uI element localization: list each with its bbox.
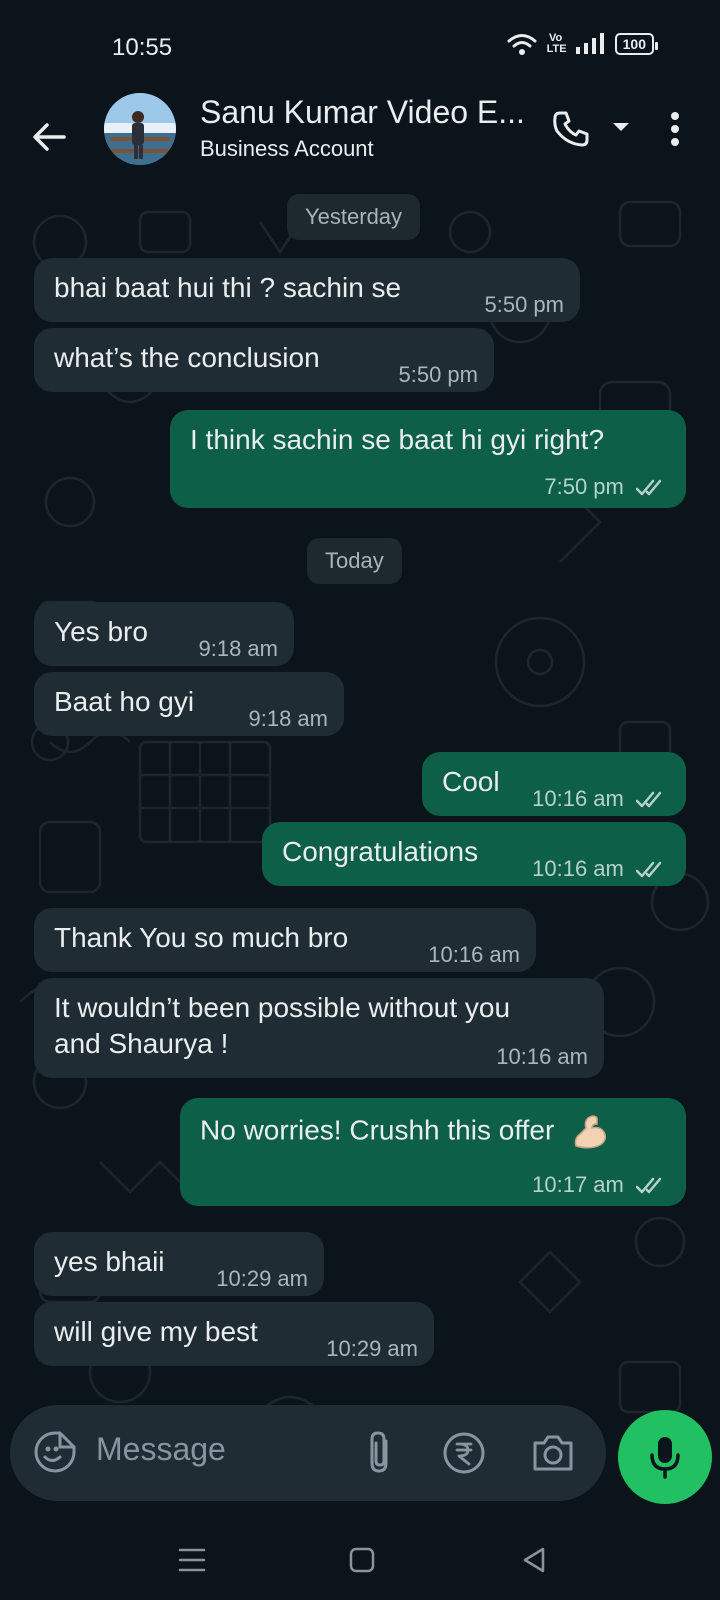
message-time: 10:16 am (428, 942, 520, 967)
message-time: 10:16 am (532, 786, 668, 812)
message-text: and Shaurya ! (54, 1028, 229, 1059)
double-check-icon (636, 1177, 662, 1194)
wifi-icon (507, 34, 537, 55)
message-text: will give my best (54, 1316, 258, 1347)
volte-icon: Vo LTE (546, 32, 567, 55)
rupee-icon[interactable] (442, 1431, 486, 1475)
status-bar: 10:55 Vo LTE 100 (0, 0, 720, 90)
message-time: 10:16 am (532, 856, 668, 882)
phone-icon (553, 111, 589, 147)
message-time: 10:29 am (326, 1336, 418, 1361)
date-chip-today: Today (307, 538, 402, 584)
contact-subtitle[interactable]: Business Account (200, 136, 374, 162)
message-time: 7:50 pm (544, 474, 668, 500)
message-text: It wouldn’t been possible without you (54, 992, 511, 1023)
incoming-message[interactable]: Yes bro 9:18 am (34, 602, 294, 666)
message-input[interactable]: Message (96, 1431, 226, 1468)
message-text: Yes bro (54, 616, 148, 647)
message-time: 10:17 am (532, 1172, 668, 1198)
message-time: 10:29 am (216, 1266, 308, 1291)
message-text: Cool (442, 766, 500, 797)
back-arrow-icon (33, 123, 66, 151)
message-time: 5:50 pm (484, 292, 565, 317)
incoming-message[interactable]: Baat ho gyi 9:18 am (34, 672, 344, 736)
incoming-message[interactable]: will give my best 10:29 am (34, 1302, 434, 1366)
incoming-message[interactable]: yes bhaii 10:29 am (34, 1232, 324, 1296)
outgoing-message[interactable]: Congratulations 10:16 am (262, 822, 686, 886)
nav-home-button[interactable] (342, 1542, 382, 1578)
contact-name[interactable]: Sanu Kumar Video E... (200, 94, 525, 131)
contact-avatar[interactable] (104, 93, 176, 165)
message-time: 5:50 pm (398, 362, 479, 387)
message-text: Congratulations (282, 836, 479, 867)
message-text: No worries! Crushh this offer (200, 1112, 610, 1152)
message-text: bhai baat hui thi ? sachin se (54, 272, 402, 303)
incoming-message[interactable]: what’s the conclusion 5:50 pm (34, 328, 494, 392)
message-text: Thank You so much bro (54, 922, 349, 953)
voice-message-button[interactable] (618, 1410, 712, 1504)
message-text: yes bhaii (54, 1246, 165, 1277)
incoming-message[interactable]: bhai baat hui thi ? sachin se 5:50 pm (34, 258, 580, 322)
emoji-icon[interactable] (32, 1429, 78, 1475)
more-vert-icon (671, 112, 679, 146)
message-text: what’s the conclusion (54, 342, 320, 373)
system-navigation-bar (0, 1520, 720, 1600)
mic-icon (650, 1437, 680, 1479)
signal-icon (575, 33, 604, 54)
outgoing-message[interactable]: Cool 10:16 am (422, 752, 686, 816)
more-options-button[interactable] (660, 104, 690, 154)
double-check-icon (636, 479, 662, 496)
message-text: I think sachin se baat hi gyi right? (190, 424, 605, 455)
double-check-icon (636, 861, 662, 878)
outgoing-message[interactable]: I think sachin se baat hi gyi right? 7:5… (170, 410, 686, 508)
voice-call-button[interactable] (548, 106, 594, 152)
message-composer[interactable]: Message (10, 1405, 606, 1501)
incoming-message[interactable]: Thank You so much bro 10:16 am (34, 908, 536, 972)
message-time: 9:18 am (198, 636, 279, 661)
battery-icon: 100 (614, 33, 659, 55)
call-options-button[interactable] (608, 114, 634, 140)
message-time: 9:18 am (248, 706, 329, 731)
nav-menu-icon (178, 1548, 206, 1572)
paperclip-icon[interactable] (360, 1429, 400, 1477)
flexed-biceps-icon (574, 1115, 607, 1149)
chat-header: Sanu Kumar Video E... Business Account (0, 90, 720, 182)
date-chip-yesterday: Yesterday (287, 194, 421, 240)
caret-down-icon (613, 123, 629, 131)
message-text: Baat ho gyi (54, 686, 195, 717)
chat-area[interactable]: Yesterday bhai baat hui thi ? sachin se … (0, 182, 720, 1518)
camera-icon[interactable] (530, 1431, 576, 1475)
message-time: 10:16 am (496, 1044, 588, 1069)
incoming-message[interactable]: It wouldn’t been possible without you an… (34, 978, 604, 1078)
nav-home-icon (349, 1547, 375, 1573)
nav-back-icon (523, 1547, 545, 1573)
nav-menu-button[interactable] (172, 1542, 212, 1578)
nav-back-button[interactable] (514, 1542, 554, 1578)
double-check-icon (636, 791, 662, 808)
status-icons: Vo LTE 100 (507, 32, 659, 56)
outgoing-message[interactable]: No worries! Crushh this offer 10:17 am (180, 1098, 686, 1206)
back-button[interactable] (26, 114, 72, 160)
status-time: 10:55 (112, 34, 173, 61)
